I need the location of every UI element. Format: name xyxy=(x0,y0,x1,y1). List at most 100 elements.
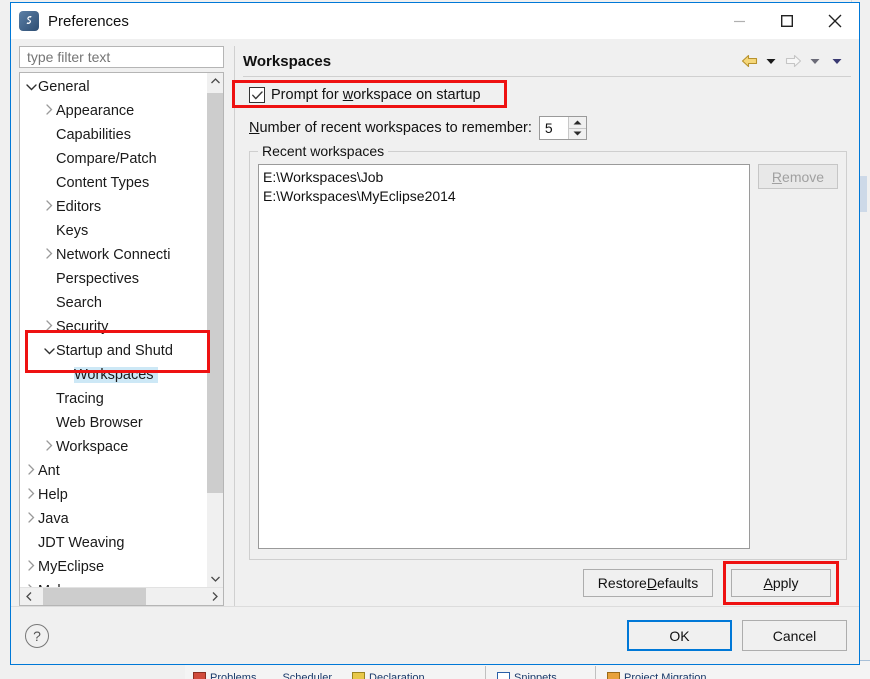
sidebar-item-appearance[interactable]: Appearance xyxy=(20,99,207,123)
sidebar-item-network-connecti[interactable]: Network Connecti xyxy=(20,243,207,267)
list-item[interactable]: E:\Workspaces\MyEclipse2014 xyxy=(263,187,745,206)
stepper-up-icon[interactable] xyxy=(568,117,586,129)
scroll-left-icon[interactable] xyxy=(20,588,37,605)
chevron-right-icon[interactable] xyxy=(42,104,56,118)
tree-scroll-track[interactable] xyxy=(207,89,223,571)
background-tab-problems[interactable]: Problems Scheduler Declaration xyxy=(193,671,425,679)
scroll-down-icon[interactable] xyxy=(207,571,223,587)
sidebar-item-general[interactable]: General xyxy=(20,75,207,99)
footer-buttons: OK Cancel xyxy=(627,620,847,651)
recent-count-value[interactable]: 5 xyxy=(540,117,568,139)
sidebar-item-label: Appearance xyxy=(56,103,135,119)
close-icon[interactable] xyxy=(811,3,859,39)
minimize-icon[interactable] xyxy=(715,3,763,39)
apply-button[interactable]: Apply xyxy=(731,569,831,597)
preference-tree[interactable]: General Appearance Capabilities Compare/Pat… xyxy=(20,73,207,587)
problems-icon xyxy=(193,672,206,679)
apply-button-highlight: Apply xyxy=(723,561,839,605)
tree-horizontal-scrollbar[interactable] xyxy=(20,587,223,605)
ok-button[interactable]: OK xyxy=(627,620,732,651)
maximize-icon[interactable] xyxy=(763,3,811,39)
forward-arrow-icon xyxy=(783,51,803,71)
stepper-down-icon[interactable] xyxy=(568,128,586,139)
preference-page-pane: Workspaces Prompt for workspace on start… xyxy=(234,46,851,606)
view-menu-chevron-down-icon[interactable] xyxy=(827,51,847,71)
scroll-up-icon[interactable] xyxy=(207,73,223,89)
cancel-button[interactable]: Cancel xyxy=(742,620,847,651)
background-tab-snippets[interactable]: Snippets xyxy=(497,671,557,679)
dialog-title: Preferences xyxy=(48,12,129,30)
sidebar-item-jdt-weaving[interactable]: JDT Weaving xyxy=(20,531,207,555)
sidebar-item-help[interactable]: Help xyxy=(20,483,207,507)
sidebar-item-capabilities[interactable]: Capabilities xyxy=(20,123,207,147)
sidebar-item-workspaces[interactable]: Workspaces xyxy=(20,363,207,387)
prompt-for-workspace-label: Prompt for workspace on startup xyxy=(271,87,481,103)
sidebar-item-startup-and-shutd[interactable]: Startup and Shutd xyxy=(20,339,207,363)
tree-hscroll-thumb[interactable] xyxy=(43,588,146,605)
sidebar-item-content-types[interactable]: Content Types xyxy=(20,171,207,195)
back-arrow-icon[interactable] xyxy=(739,51,759,71)
chevron-right-icon[interactable] xyxy=(42,320,56,334)
screen: Problems Scheduler Declaration Snippets … xyxy=(0,0,870,679)
label-part: emove xyxy=(782,168,825,185)
sidebar-item-workspace[interactable]: Workspace xyxy=(20,435,207,459)
chevron-down-icon[interactable] xyxy=(42,345,56,357)
chevron-down-icon[interactable] xyxy=(24,81,38,93)
sidebar-item-compare-patch[interactable]: Compare/Patch xyxy=(20,147,207,171)
preferences-dialog: Preferences type filter text General App… xyxy=(10,2,860,665)
sidebar-item-label: Workspace xyxy=(56,439,129,455)
chevron-right-icon[interactable] xyxy=(42,248,56,262)
background-tab-label: Declaration xyxy=(369,671,425,679)
label-part: umber of recent workspaces to remember: xyxy=(259,120,532,136)
sidebar-item-web-browser[interactable]: Web Browser xyxy=(20,411,207,435)
chevron-right-icon[interactable] xyxy=(24,560,38,574)
sidebar-item-label: Compare/Patch xyxy=(56,151,157,167)
mnemonic: R xyxy=(771,168,783,185)
page-title: Workspaces xyxy=(243,52,332,70)
back-chevron-down-icon[interactable] xyxy=(761,51,781,71)
chevron-right-icon[interactable] xyxy=(42,200,56,214)
prompt-for-workspace-row[interactable]: Prompt for workspace on startup xyxy=(249,83,847,107)
tree-scroll-thumb[interactable] xyxy=(207,93,223,493)
tree-vertical-scrollbar[interactable] xyxy=(207,73,223,587)
tree-hscroll-track[interactable] xyxy=(37,588,206,605)
remove-button[interactable]: Remove xyxy=(758,164,838,189)
chevron-right-icon[interactable] xyxy=(42,440,56,454)
chevron-right-icon[interactable] xyxy=(24,464,38,478)
sidebar-item-keys[interactable]: Keys xyxy=(20,219,207,243)
label-part: efaults xyxy=(656,575,699,591)
search-input[interactable] xyxy=(25,48,223,66)
recent-count-label: Number of recent workspaces to remember: xyxy=(249,120,532,136)
prompt-for-workspace-checkbox[interactable] xyxy=(249,87,265,103)
background-tab-label: Project Migration xyxy=(624,671,707,679)
filter-field-wrapper[interactable] xyxy=(19,46,224,68)
sidebar-item-label: Java xyxy=(38,511,69,527)
sidebar-item-java[interactable]: Java xyxy=(20,507,207,531)
chevron-right-icon[interactable] xyxy=(24,512,38,526)
scroll-right-icon[interactable] xyxy=(206,588,223,605)
list-item[interactable]: E:\Workspaces\Job xyxy=(263,168,745,187)
sidebar-item-label: Perspectives xyxy=(56,271,140,287)
sidebar-item-tracing[interactable]: Tracing xyxy=(20,387,207,411)
sidebar-item-editors[interactable]: Editors xyxy=(20,195,207,219)
forward-chevron-down-icon[interactable] xyxy=(805,51,825,71)
help-icon[interactable]: ? xyxy=(25,623,49,648)
page-header: Workspaces xyxy=(243,46,851,76)
declaration-icon xyxy=(352,672,366,679)
label-part: orkspace on startup xyxy=(353,87,481,103)
restore-defaults-button[interactable]: Restore Defaults xyxy=(583,569,713,597)
sidebar-item-myeclipse[interactable]: MyEclipse xyxy=(20,555,207,579)
sidebar-item-ant[interactable]: Ant xyxy=(20,459,207,483)
background-tab-project-migration[interactable]: Project Migration xyxy=(607,671,707,679)
sidebar-item-label: Startup and Shutd xyxy=(56,343,173,359)
sidebar-item-search[interactable]: Search xyxy=(20,291,207,315)
chevron-right-icon[interactable] xyxy=(24,584,38,587)
sidebar-item-security[interactable]: Security xyxy=(20,315,207,339)
quantity-stepper[interactable]: 5 xyxy=(538,116,587,140)
sidebar-item-mylyn[interactable]: Mylyn xyxy=(20,579,207,587)
help-label: ? xyxy=(33,627,41,644)
chevron-right-icon[interactable] xyxy=(24,488,38,502)
dialog-titlebar[interactable]: Preferences xyxy=(11,3,859,39)
recent-workspaces-list[interactable]: E:\Workspaces\Job E:\Workspaces\MyEclipse… xyxy=(258,164,750,549)
sidebar-item-perspectives[interactable]: Perspectives xyxy=(20,267,207,291)
